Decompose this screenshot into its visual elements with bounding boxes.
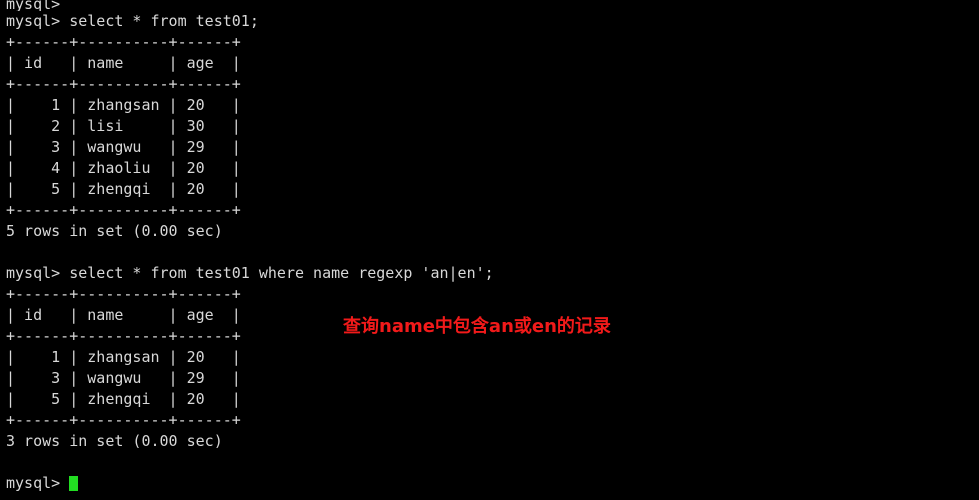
terminal-line: | 1 | zhangsan | 20 | — [6, 348, 241, 366]
terminal-line: | 5 | zhengqi | 20 | — [6, 390, 241, 408]
prompt-text: mysql> — [6, 474, 70, 492]
terminal-prompt-line[interactable]: mysql> — [0, 473, 979, 494]
terminal-line: | 4 | zhaoliu | 20 | — [6, 159, 241, 177]
terminal-line: | 2 | lisi | 30 | — [6, 117, 241, 135]
terminal-line: | 3 | wangwu | 29 | — [6, 369, 241, 387]
terminal-line: 3 rows in set (0.00 sec) — [6, 432, 223, 450]
terminal-line: +------+----------+------+ — [6, 75, 241, 93]
terminal-line: +------+----------+------+ — [6, 285, 241, 303]
terminal-line: | 5 | zhengqi | 20 | — [6, 180, 241, 198]
terminal-line: | 3 | wangwu | 29 | — [6, 138, 241, 156]
terminal-line: | id | name | age | — [6, 54, 241, 72]
terminal-line: +------+----------+------+ — [6, 201, 241, 219]
terminal-line: +------+----------+------+ — [6, 33, 241, 51]
terminal-line: mysql> select * from test01; — [6, 12, 259, 30]
terminal-line: 5 rows in set (0.00 sec) — [6, 222, 223, 240]
terminal-line: +------+----------+------+ — [6, 411, 241, 429]
terminal-line-partial: mysql> — [6, 0, 61, 11]
terminal-window[interactable]: mysql> mysql> select * from test01; +---… — [0, 0, 979, 500]
terminal-line: mysql> select * from test01 where name r… — [6, 264, 494, 282]
screen: mysql> mysql> select * from test01; +---… — [0, 0, 979, 500]
terminal-line: | 1 | zhangsan | 20 | — [6, 96, 241, 114]
cursor-block — [69, 476, 79, 491]
annotation-text: 查询name中包含an或en的记录 — [343, 316, 611, 337]
